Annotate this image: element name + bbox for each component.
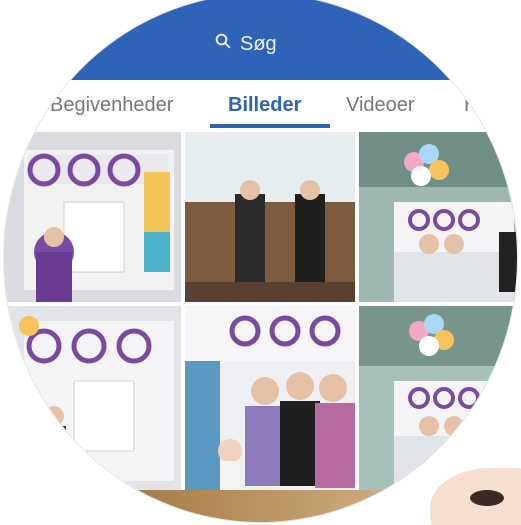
photo-tile-4[interactable] bbox=[4, 306, 181, 492]
search-icon bbox=[214, 32, 232, 56]
tab-begivenheder[interactable]: Begivenheder bbox=[50, 94, 173, 117]
photo-tile-3[interactable] bbox=[359, 132, 517, 302]
search-button[interactable]: Søg bbox=[214, 32, 277, 56]
photo-tile-6[interactable] bbox=[359, 306, 517, 492]
top-search-bar: Søg bbox=[4, 0, 517, 80]
photo-tile-5[interactable] bbox=[185, 306, 355, 492]
face-eye bbox=[470, 490, 504, 506]
active-tab-indicator bbox=[210, 124, 330, 128]
tab-billeder[interactable]: Billeder bbox=[228, 94, 301, 117]
search-label: Søg bbox=[240, 32, 277, 55]
photo-tile-1[interactable] bbox=[4, 132, 181, 302]
photo-grid bbox=[4, 132, 517, 492]
tab-more[interactable]: H bbox=[464, 94, 478, 117]
stage: Søg Begivenheder Billeder Videoer H bbox=[0, 0, 521, 525]
tab-videoer[interactable]: Videoer bbox=[346, 94, 415, 117]
circular-crop: Søg Begivenheder Billeder Videoer H bbox=[4, 0, 517, 522]
photo-tile-2[interactable] bbox=[185, 132, 355, 302]
